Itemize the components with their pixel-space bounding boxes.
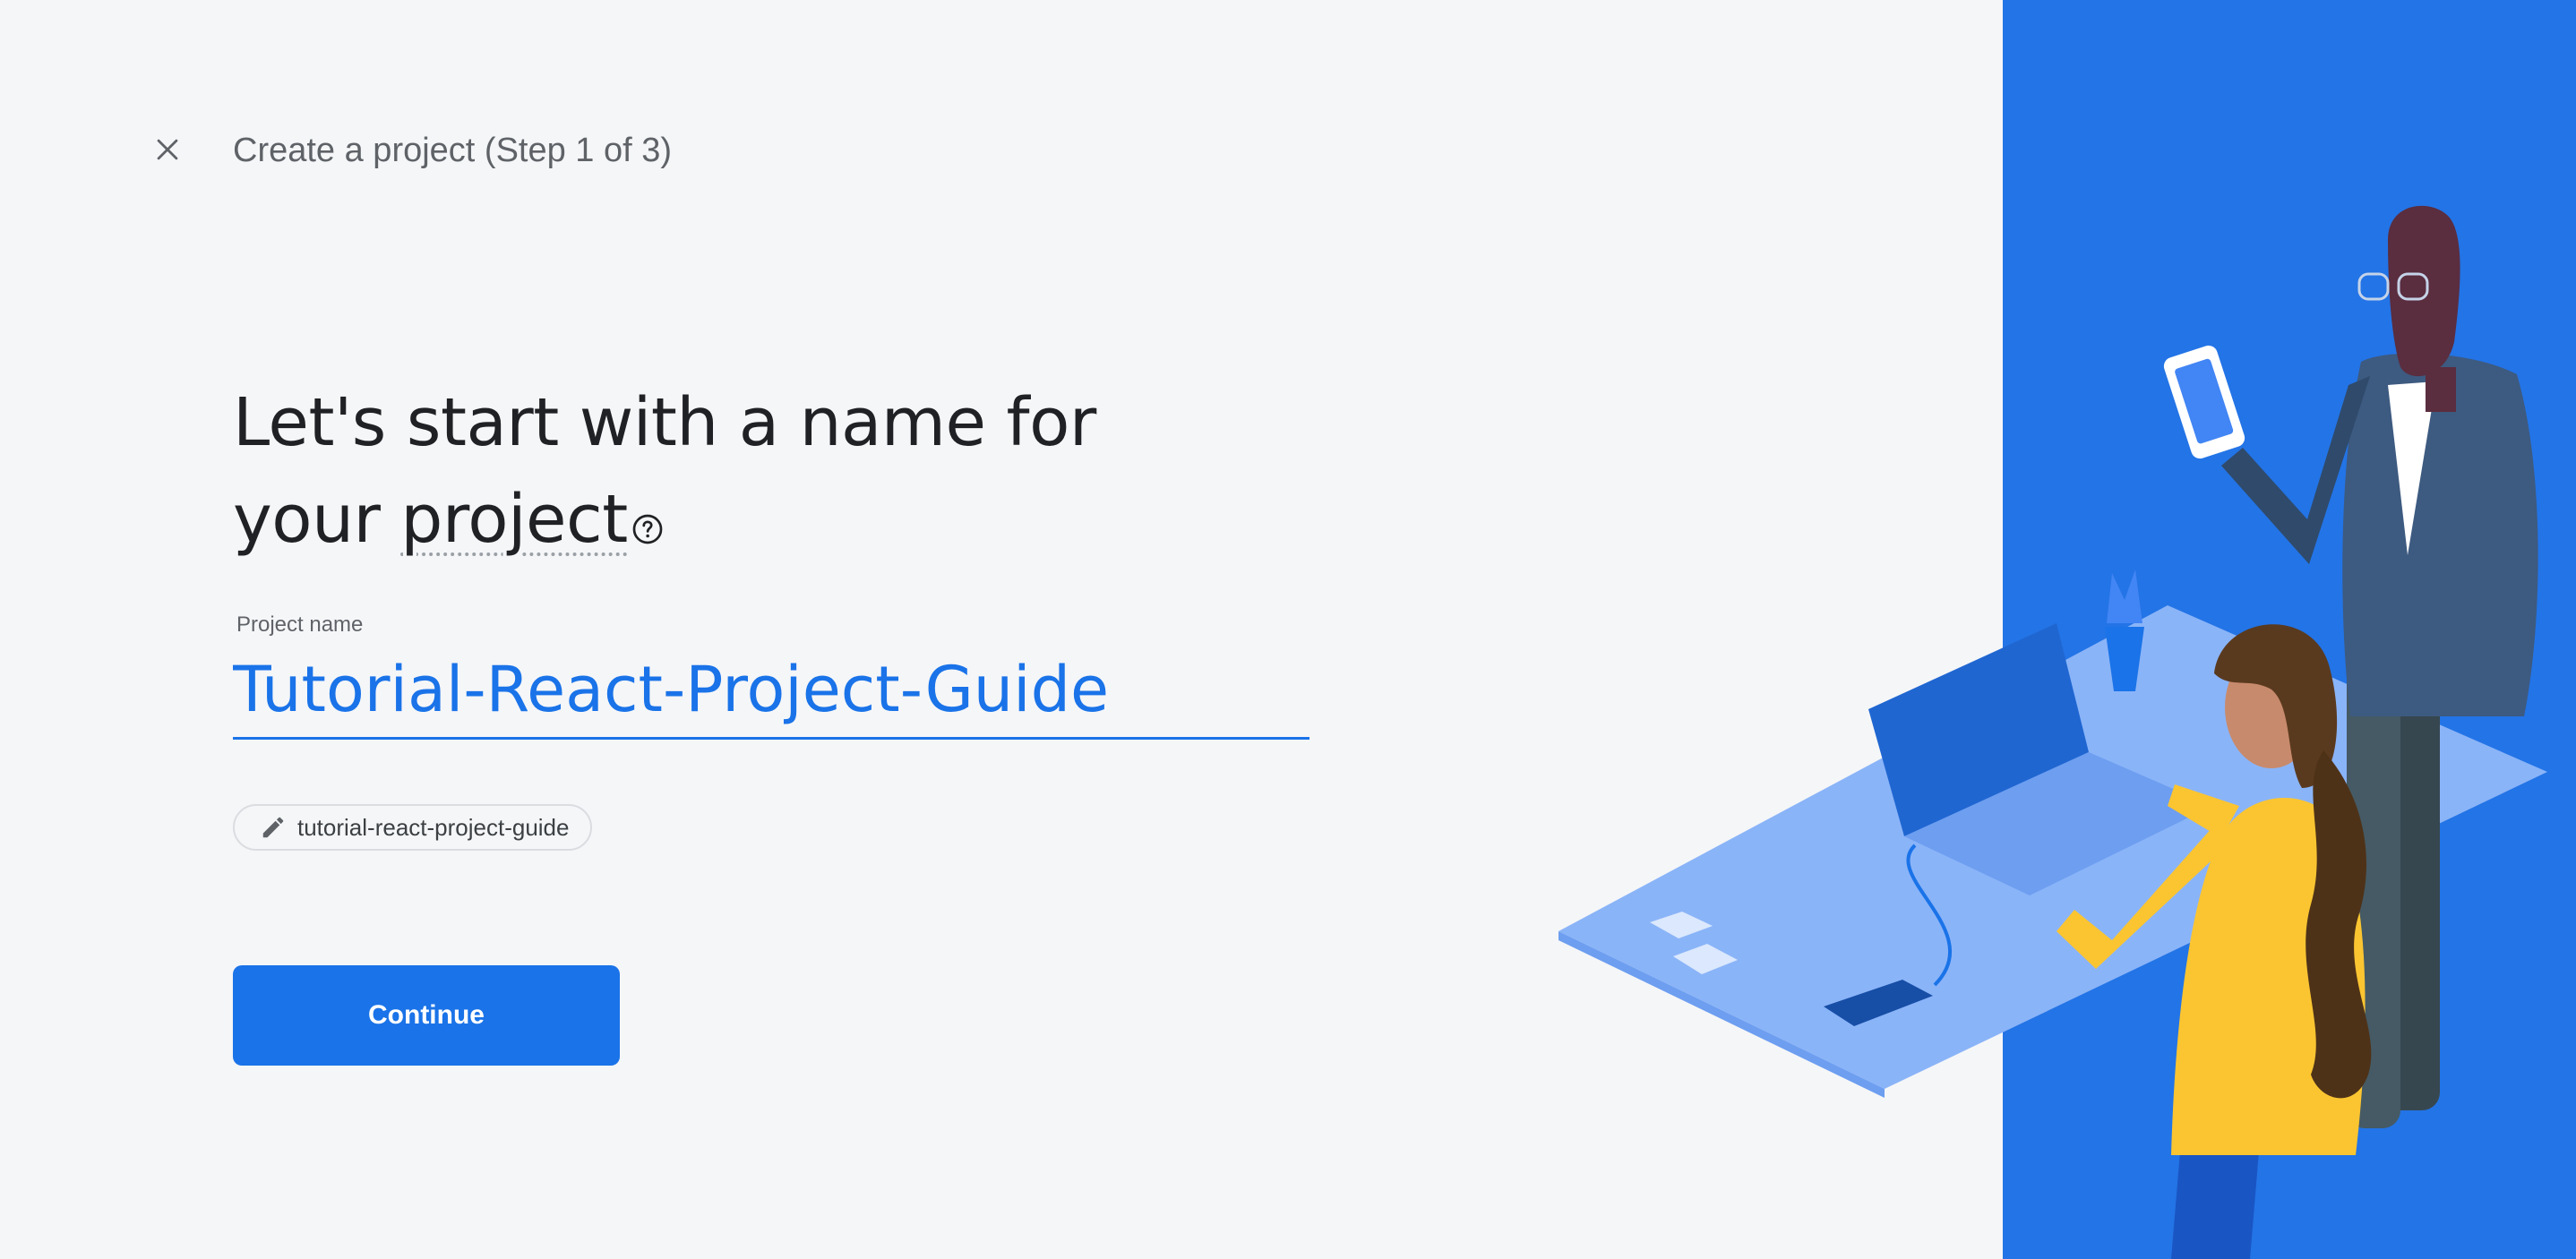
step-title: Create a project (Step 1 of 3)	[233, 132, 673, 169]
headline-line-1: Let's start with a name for	[233, 384, 1096, 461]
project-illustration	[1558, 0, 2576, 1259]
illustration-man-neck	[2426, 367, 2456, 412]
close-icon	[157, 139, 178, 160]
project-term-link[interactable]: project	[400, 481, 628, 558]
project-name-label: Project name	[236, 612, 364, 637]
help-circle-icon[interactable]	[631, 475, 664, 571]
headline-line-2: your project	[233, 471, 1096, 571]
page-headline: Let's start with a name for your project	[233, 374, 1096, 571]
pencil-icon	[262, 817, 284, 838]
continue-button[interactable]: Continue	[233, 965, 620, 1066]
headline-prefix: your	[233, 481, 401, 558]
close-button[interactable]	[147, 129, 188, 170]
project-id-label: tutorial-react-project-guide	[297, 813, 570, 841]
create-project-page: Create a project (Step 1 of 3) Let's sta…	[0, 0, 2576, 1259]
project-name-input[interactable]	[233, 641, 1309, 740]
project-id-chip[interactable]: tutorial-react-project-guide	[233, 804, 593, 851]
